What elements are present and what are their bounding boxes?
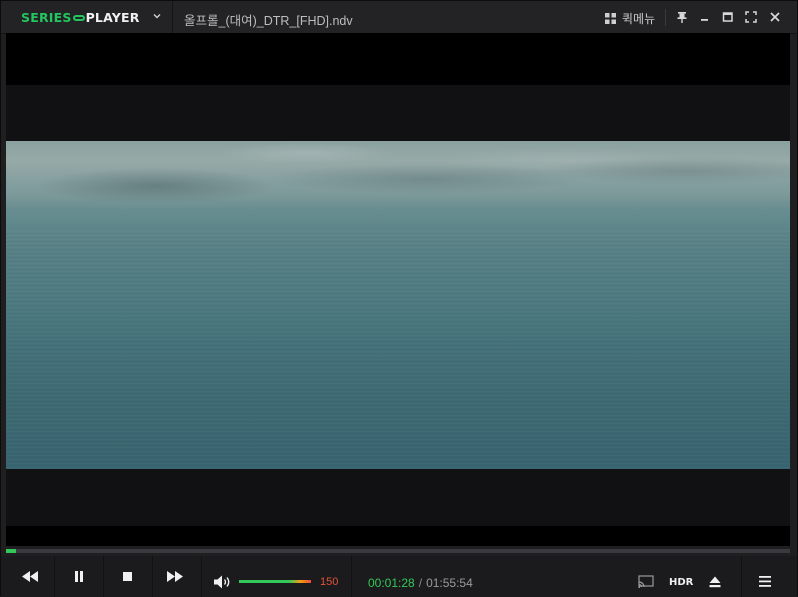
chevron-down-icon[interactable] <box>152 11 162 21</box>
player-window: SERIES PLAYER 올프롤_(대여)_DTR_[FHD].ndv 퀵메뉴 <box>0 0 798 597</box>
rewind-icon <box>22 571 38 582</box>
stop-icon <box>122 572 132 581</box>
menu-icon[interactable] <box>759 576 771 587</box>
fast-forward-button[interactable] <box>151 556 199 597</box>
quick-menu-grid-icon <box>605 12 616 24</box>
volume-slider[interactable] <box>239 580 311 583</box>
app-logo[interactable]: SERIES PLAYER <box>21 10 140 25</box>
quick-menu-label: 퀵메뉴 <box>622 11 656 26</box>
pause-button[interactable] <box>55 556 103 597</box>
speaker-icon[interactable] <box>214 575 232 589</box>
cast-icon[interactable] <box>638 575 654 589</box>
file-name: 올프롤_(대여)_DTR_[FHD].ndv <box>184 14 353 28</box>
fullscreen-icon[interactable] <box>744 10 758 24</box>
pause-icon <box>75 571 83 582</box>
volume-level-fill <box>239 580 311 583</box>
quick-menu-button[interactable]: 퀵메뉴 <box>605 10 655 26</box>
time-display: 00:01:28/01:55:54 <box>368 576 473 590</box>
video-display[interactable] <box>6 33 790 546</box>
time-separator: / <box>418 576 423 590</box>
control-bar: 150 00:01:28/01:55:54 HDR <box>1 556 797 597</box>
maximize-icon[interactable] <box>721 10 735 24</box>
hdr-button[interactable]: HDR <box>669 577 693 588</box>
logo-text-player: PLAYER <box>85 10 140 25</box>
letterbox-top <box>6 85 790 141</box>
pin-icon[interactable] <box>675 10 689 24</box>
logo-text-series: SERIES <box>21 10 72 25</box>
video-frame <box>6 141 790 469</box>
stop-button[interactable] <box>103 556 151 597</box>
volume-value: 150 <box>320 576 339 588</box>
current-time: 00:01:28 <box>368 576 415 590</box>
title-divider <box>665 9 666 26</box>
letterbox-bottom <box>6 469 790 526</box>
logo-link-icon <box>72 15 85 21</box>
total-time: 01:55:54 <box>426 576 473 590</box>
eject-icon[interactable] <box>709 576 721 588</box>
seek-progress <box>6 549 16 553</box>
title-divider <box>172 1 173 33</box>
minimize-icon[interactable] <box>698 10 712 24</box>
seek-bar[interactable] <box>6 549 790 553</box>
title-bar[interactable]: SERIES PLAYER 올프롤_(대여)_DTR_[FHD].ndv 퀵메뉴 <box>1 1 797 34</box>
fast-forward-icon <box>167 571 183 582</box>
rewind-button[interactable] <box>6 556 54 597</box>
close-icon[interactable] <box>768 10 782 24</box>
